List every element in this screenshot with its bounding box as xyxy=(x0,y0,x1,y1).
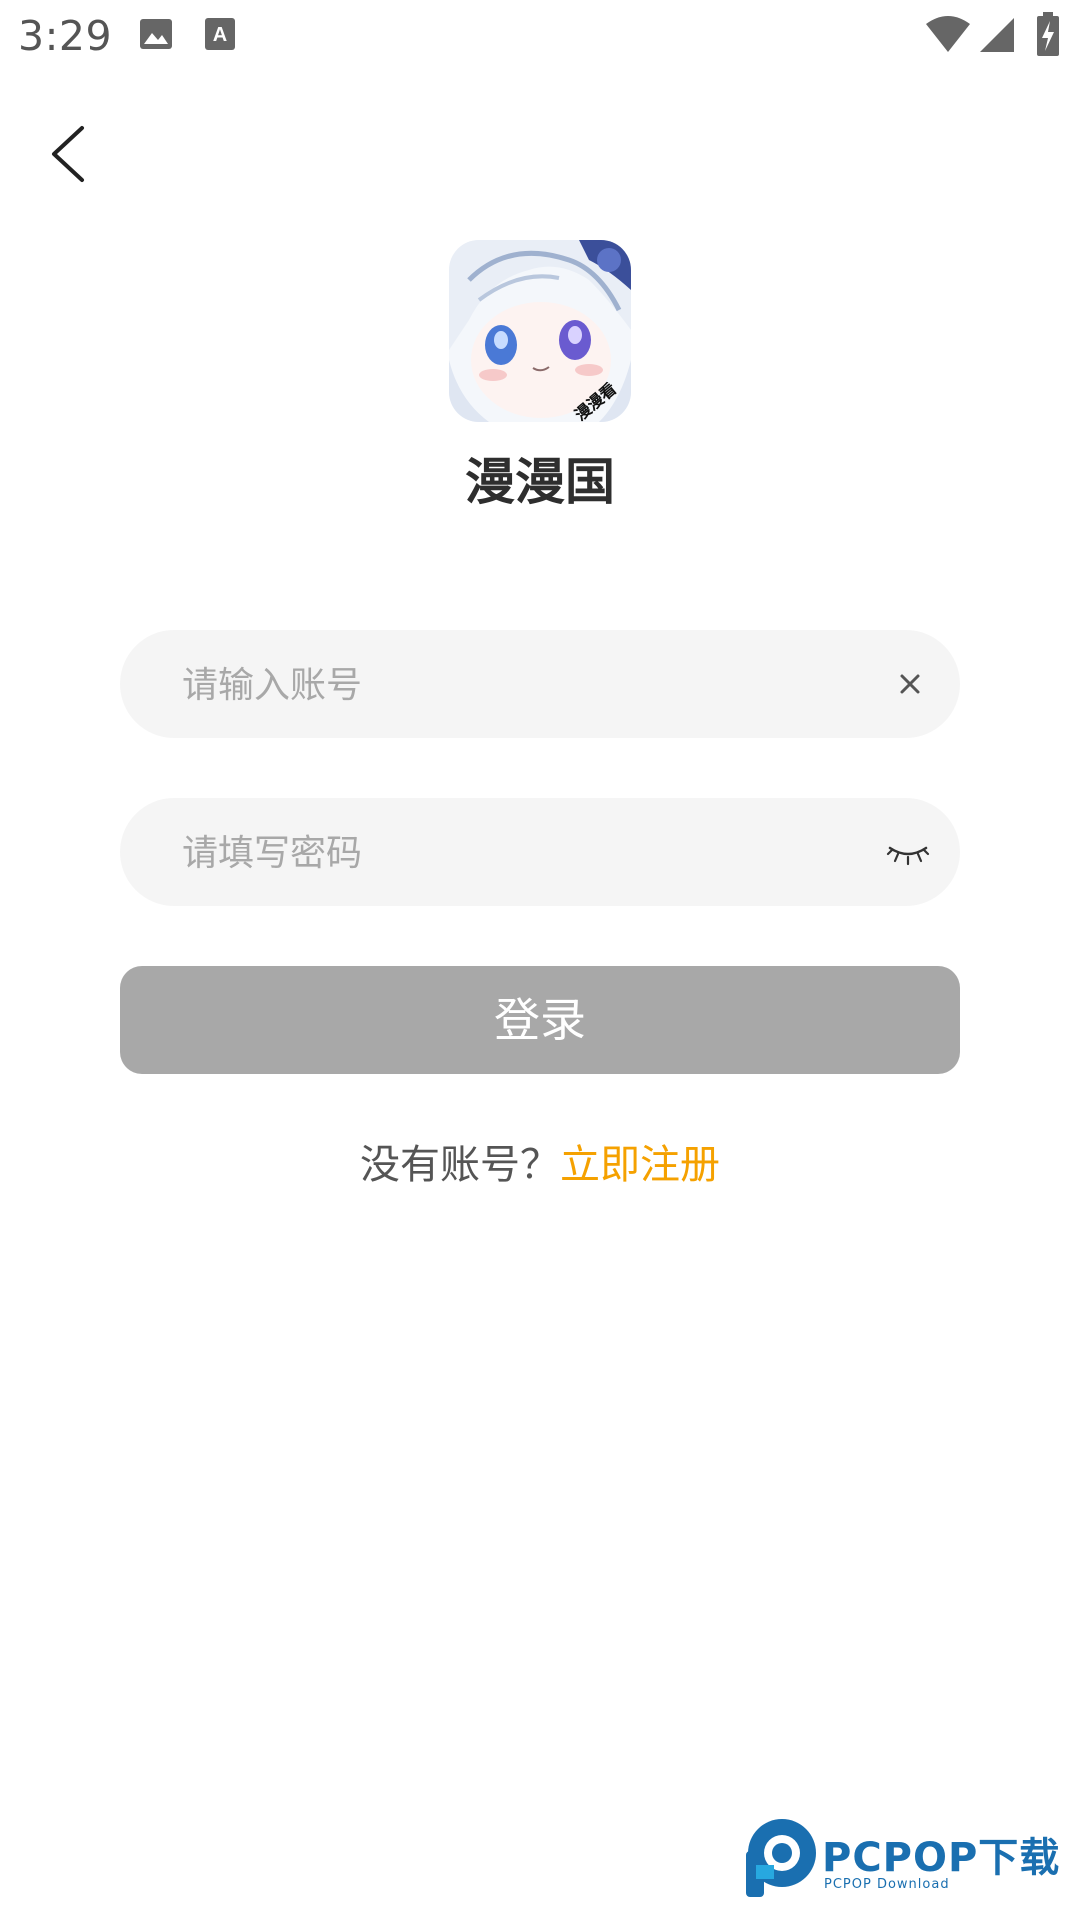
status-time: 3:29 xyxy=(18,12,113,60)
font-a-icon: A xyxy=(205,18,235,50)
chevron-left-icon xyxy=(52,126,84,182)
app-logo: 漫漫看 xyxy=(449,240,631,422)
register-link[interactable]: 立即注册 xyxy=(560,1142,720,1188)
watermark-title: PCPOP下载 xyxy=(822,1835,1061,1881)
app-name: 漫漫国 xyxy=(465,453,615,511)
account-field[interactable] xyxy=(120,630,960,740)
close-icon[interactable] xyxy=(886,660,934,708)
pcpop-logo-icon xyxy=(746,1819,816,1897)
battery-charging-icon xyxy=(1037,12,1059,56)
cell-signal-icon xyxy=(980,18,1014,52)
svg-text:A: A xyxy=(213,24,227,46)
image-icon xyxy=(140,19,172,49)
back-button[interactable] xyxy=(40,122,104,186)
eye-closed-icon[interactable] xyxy=(884,828,932,876)
register-question: 没有账号？ xyxy=(360,1142,560,1188)
watermark: PCPOP下载 PCPOP Download xyxy=(740,1815,1080,1905)
watermark-subtitle: PCPOP Download xyxy=(824,1877,950,1892)
register-prompt: 没有账号？立即注册 xyxy=(0,1132,1080,1190)
password-field[interactable] xyxy=(120,798,960,908)
wifi-icon xyxy=(926,16,970,52)
password-input[interactable] xyxy=(180,798,844,908)
login-button[interactable]: 登录 xyxy=(120,966,960,1074)
account-input[interactable] xyxy=(180,630,844,740)
status-bar: 3:29 A xyxy=(0,0,1080,72)
